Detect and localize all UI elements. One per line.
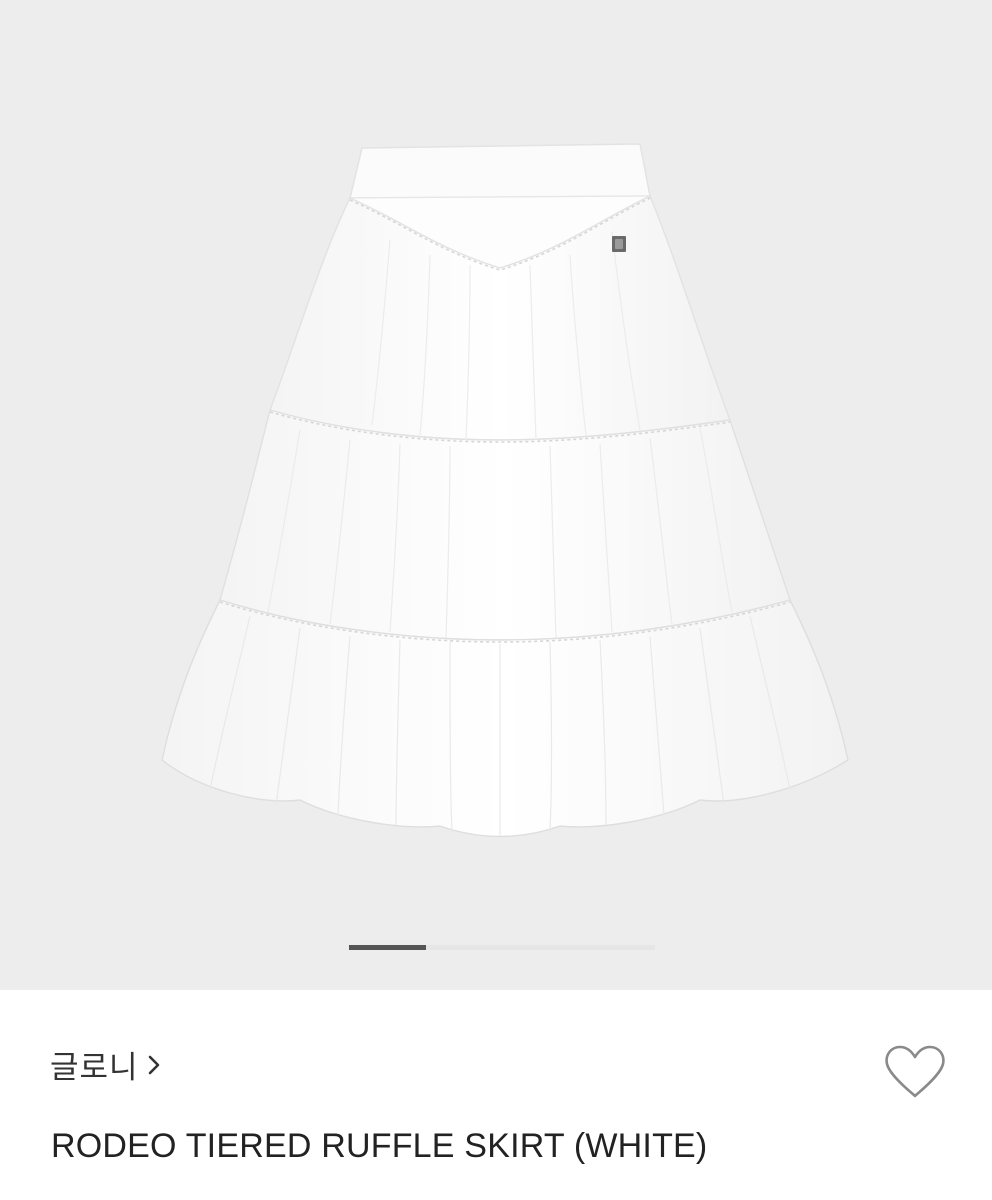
product-info: 글로니 RODEO TIERED RUFFLE SKIRT (WHITE) xyxy=(0,990,992,1200)
heart-outline-icon[interactable] xyxy=(882,1042,948,1102)
slide-indicator-active xyxy=(349,945,426,950)
brand-name: 글로니 xyxy=(50,1050,139,1086)
product-image-gallery[interactable] xyxy=(0,0,992,990)
brand-link[interactable]: 글로니 xyxy=(50,1042,165,1087)
slide-indicator-track xyxy=(349,945,655,950)
product-title: RODEO TIERED RUFFLE SKIRT (WHITE) xyxy=(51,1127,708,1165)
product-image xyxy=(161,143,849,838)
chevron-right-icon xyxy=(148,1055,159,1074)
